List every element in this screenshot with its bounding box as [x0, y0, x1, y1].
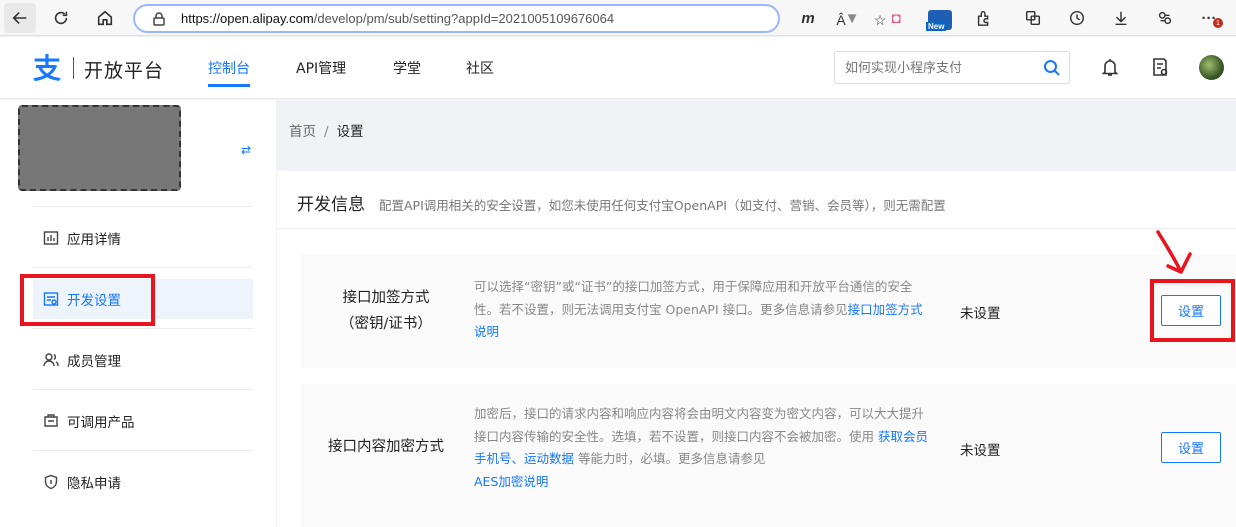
- logo-text[interactable]: 开放平台: [84, 56, 164, 83]
- row-name-line1: 接口加签方式: [342, 290, 430, 306]
- extension-new-icon[interactable]: New: [926, 10, 952, 31]
- card-subtitle: 配置API调用相关的安全设置，如您未使用任何支付宝OpenAPI（如支付、营销、…: [379, 198, 946, 213]
- lock-icon: [151, 11, 167, 27]
- sidebar-item-privacy[interactable]: 隐私申请: [33, 462, 253, 502]
- search-icon[interactable]: [1043, 59, 1061, 77]
- nav-community[interactable]: 社区: [466, 58, 494, 78]
- browser-toolbar: https://open.alipay.com/develop/pm/sub/s…: [0, 0, 1236, 36]
- back-button[interactable]: [4, 3, 36, 33]
- row-name: 接口内容加密方式: [301, 434, 471, 460]
- row-description: 可以选择“密钥”或“证书”的接口加签方式，用于保障应用和开放平台通信的安全性。若…: [474, 276, 929, 344]
- extension-v-icon[interactable]: ▼: [841, 7, 863, 29]
- collections-icon[interactable]: [1154, 7, 1176, 29]
- row-name: 接口加签方式 （密钥/证书）: [301, 285, 471, 337]
- address-bar[interactable]: https://open.alipay.com/develop/pm/sub/s…: [133, 4, 886, 33]
- breadcrumb-separator: /: [324, 124, 329, 140]
- ticket-icon[interactable]: [1149, 56, 1171, 78]
- bell-icon[interactable]: [1099, 56, 1121, 78]
- card-header: 开发信息 配置API调用相关的安全设置，如您未使用任何支付宝OpenAPI（如支…: [277, 171, 1236, 229]
- sidebar-divider: [33, 328, 253, 329]
- sidebar-item-products[interactable]: 可调用产品: [33, 401, 253, 441]
- dev-settings-icon: [43, 291, 59, 307]
- row-desc-text-2: 等能力时，必填。更多信息请参见: [574, 451, 766, 466]
- sidebar-item-label: 开发设置: [67, 293, 121, 309]
- sidebar-item-dev-settings[interactable]: 开发设置: [33, 279, 253, 319]
- card-title: 开发信息: [297, 195, 365, 215]
- sidebar-item-label: 可调用产品: [67, 415, 135, 431]
- dev-info-card: 开发信息 配置API调用相关的安全设置，如您未使用任何支付宝OpenAPI（如支…: [277, 171, 1236, 527]
- notification-badge: 1: [1213, 18, 1223, 28]
- home-button[interactable]: [90, 3, 120, 33]
- url-path: /develop/pm/sub/setting?appId=2021005109…: [313, 11, 615, 26]
- setting-row-encryption: 接口内容加密方式 加密后，接口的请求内容和响应内容将会由明文内容变为密文内容，可…: [301, 384, 1236, 527]
- alipay-logo-icon[interactable]: 支: [33, 54, 63, 84]
- site-header: 支 开放平台 控制台 API管理 学堂 社区: [0, 37, 1236, 99]
- avatar[interactable]: [1199, 55, 1224, 80]
- breadcrumb: 首页 / 设置: [289, 120, 364, 140]
- sidebar-item-members[interactable]: 成员管理: [33, 340, 253, 380]
- set-signing-button[interactable]: 设置: [1161, 295, 1221, 326]
- sidebar: ⇄ 应用详情 开发设置 成员管理 可调用产品 隐私申请: [0, 100, 276, 527]
- extension-m-icon[interactable]: m: [797, 7, 819, 29]
- search-input[interactable]: [845, 58, 1035, 78]
- row-description: 加密后，接口的请求内容和响应内容将会由明文内容变为密文内容，可以大大提升接口内容…: [474, 403, 929, 493]
- home-icon: [97, 10, 113, 26]
- logo-divider: [73, 57, 74, 79]
- products-icon: [43, 413, 59, 429]
- extension-pink-icon[interactable]: ◘: [885, 7, 907, 29]
- sidebar-item-app-details[interactable]: 应用详情: [33, 218, 253, 258]
- refresh-button[interactable]: [46, 3, 76, 33]
- aes-doc-link[interactable]: AES加密说明: [474, 474, 548, 489]
- row-status: 未设置: [960, 306, 1001, 322]
- nav-active-indicator: [208, 84, 250, 87]
- row-name-line2: （密钥/证书）: [340, 316, 432, 332]
- row-desc-text: 加密后，接口的请求内容和响应内容将会由明文内容变为密文内容，可以大大提升接口内容…: [474, 406, 925, 444]
- nav-api-management[interactable]: API管理: [296, 58, 346, 78]
- extensions-puzzle-icon[interactable]: [973, 7, 995, 29]
- refresh-icon: [54, 11, 68, 25]
- split-screen-icon[interactable]: [1022, 7, 1044, 29]
- row-status: 未设置: [960, 443, 1001, 459]
- switch-app-icon[interactable]: ⇄: [241, 143, 251, 157]
- sidebar-divider: [33, 267, 253, 268]
- link-separator: 、: [511, 451, 525, 466]
- row-name-line1: 接口内容加密方式: [328, 439, 444, 455]
- sidebar-item-label: 隐私申请: [67, 476, 121, 492]
- url-text: https://open.alipay.com/develop/pm/sub/s…: [181, 11, 614, 26]
- chart-icon: [43, 230, 59, 246]
- sidebar-divider: [33, 389, 253, 390]
- history-icon[interactable]: [1066, 7, 1088, 29]
- new-badge-label: New: [926, 22, 947, 31]
- app-thumbnail-redacted: [18, 105, 181, 191]
- members-icon: [43, 352, 59, 368]
- breadcrumb-home[interactable]: 首页: [289, 124, 316, 140]
- sidebar-item-label: 应用详情: [67, 232, 121, 248]
- nav-academy[interactable]: 学堂: [393, 58, 421, 78]
- arrow-left-icon: [12, 12, 27, 24]
- sports-data-link[interactable]: 运动数据: [524, 451, 574, 466]
- breadcrumb-current: 设置: [336, 124, 364, 140]
- set-encryption-button[interactable]: 设置: [1161, 432, 1221, 463]
- setting-row-signing: 接口加签方式 （密钥/证书） 可以选择“密钥”或“证书”的接口加签方式，用于保障…: [301, 254, 1236, 368]
- url-host: https://open.alipay.com: [181, 11, 314, 26]
- sidebar-item-label: 成员管理: [67, 354, 121, 370]
- privacy-icon: [43, 474, 59, 490]
- search-box: [834, 51, 1070, 84]
- annotation-arrow-icon: [1156, 230, 1192, 274]
- sidebar-divider: [33, 206, 253, 207]
- sidebar-divider: [33, 450, 253, 451]
- downloads-icon[interactable]: [1110, 7, 1132, 29]
- nav-console[interactable]: 控制台: [208, 58, 250, 78]
